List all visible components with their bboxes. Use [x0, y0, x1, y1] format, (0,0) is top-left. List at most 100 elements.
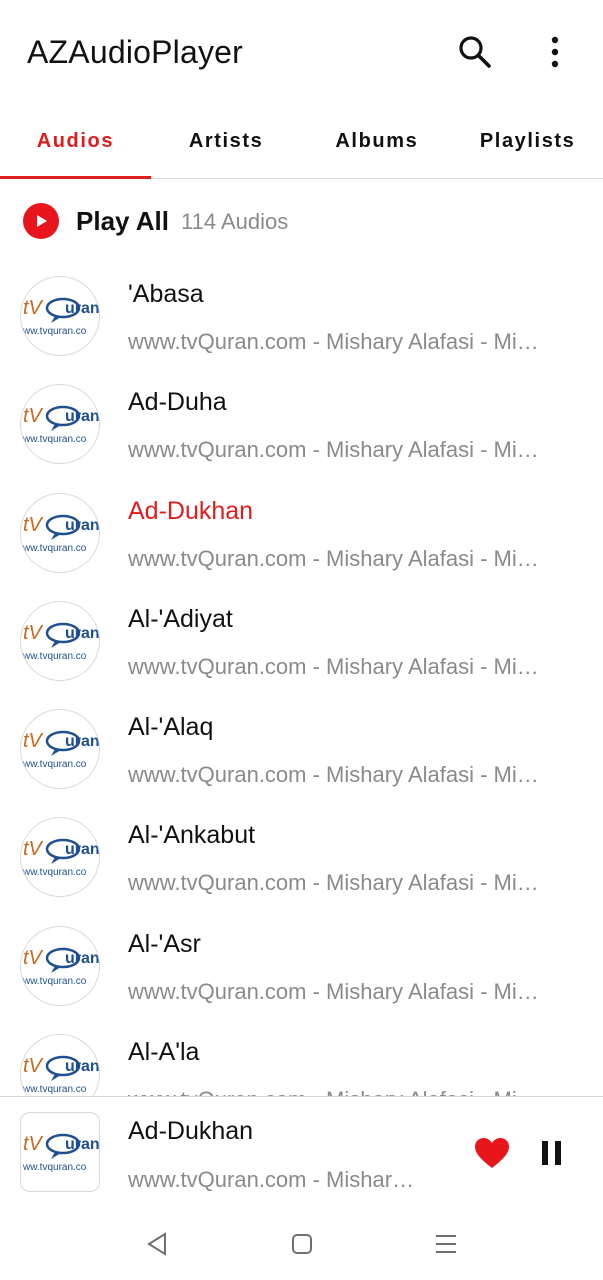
heart-icon: [475, 1138, 509, 1168]
song-artwork: tV uran ww.tvquran.co: [20, 709, 100, 790]
app-title: AZAudioPlayer: [27, 34, 244, 70]
svg-text:ww.tvquran.co: ww.tvquran.co: [22, 976, 87, 987]
song-artwork: tV uran ww.tvquran.co: [20, 276, 100, 356]
song-list-item[interactable]: tV uran ww.tvquran.co Al-'Ankabut www.tvQura…: [0, 799, 603, 907]
tab-artists[interactable]: Artists: [151, 104, 302, 178]
song-title: Al-A'la: [128, 1038, 200, 1067]
svg-text:tV: tV: [23, 1055, 44, 1077]
tab-bar: Audios Artists Albums Playlists: [0, 104, 603, 179]
song-list-item[interactable]: tV uran ww.tvquran.co Ad-Duha www.tvQuran.co…: [0, 366, 603, 474]
svg-text:uran: uran: [65, 408, 100, 425]
now-playing-title: Ad-Dukhan: [128, 1117, 254, 1145]
song-artwork: tV uran ww.tvquran.co: [20, 492, 100, 573]
nav-home-button[interactable]: [282, 1224, 322, 1264]
song-title: Ad-Duha: [128, 388, 227, 417]
song-title: Al-'Adiyat: [128, 604, 233, 633]
song-artwork: tV uran ww.tvquran.co: [20, 600, 100, 681]
svg-text:uran: uran: [65, 625, 100, 642]
tvquran-logo-icon: tV uran ww.tvquran.co: [22, 947, 100, 987]
song-title: Al-'Asr: [128, 929, 201, 958]
svg-text:ww.tvquran.co: ww.tvquran.co: [22, 1162, 87, 1173]
song-artwork: tV uran ww.tvquran.co: [20, 925, 100, 1006]
song-title: Al-'Ankabut: [128, 821, 256, 850]
mini-player[interactable]: tV uran ww.tvquran.co Ad-Dukhan www.tvQura…: [0, 1096, 603, 1208]
song-subtitle: www.tvQuran.com - Mishary Alafasi - Mish…: [128, 1087, 540, 1096]
tvquran-logo-icon: tV uran ww.tvquran.co: [22, 297, 100, 337]
svg-text:uran: uran: [65, 841, 100, 858]
play-all-row[interactable]: Play All 114 Audios: [0, 184, 603, 258]
more-vert-icon: [551, 36, 559, 68]
song-artwork: tV uran ww.tvquran.co: [20, 1034, 100, 1096]
tvquran-logo-icon: tV uran ww.tvquran.co: [22, 1055, 100, 1095]
more-options-button[interactable]: [533, 30, 577, 74]
svg-text:tV: tV: [23, 514, 44, 536]
tab-playlists[interactable]: Playlists: [452, 104, 603, 178]
tvquran-logo-icon: tV uran ww.tvquran.co: [22, 730, 100, 770]
tvquran-logo-icon: tV uran ww.tvquran.co: [22, 622, 100, 662]
tvquran-logo-icon: tV uran ww.tvquran.co: [22, 514, 100, 554]
svg-text:tV: tV: [23, 947, 44, 969]
recents-menu-icon: [436, 1235, 456, 1253]
svg-text:tV: tV: [23, 730, 44, 752]
song-subtitle: www.tvQuran.com - Mishary Alafasi - Mish…: [128, 653, 540, 679]
song-artwork: tV uran ww.tvquran.co: [20, 384, 100, 465]
svg-text:ww.tvquran.co: ww.tvquran.co: [22, 434, 87, 445]
song-title: Ad-Dukhan: [128, 496, 254, 525]
tvquran-logo-icon: tV uran ww.tvquran.co: [22, 1133, 100, 1173]
song-list-item[interactable]: tV uran ww.tvquran.co Al-'Adiyat www.tvQuran…: [0, 583, 603, 691]
song-subtitle: www.tvQuran.com - Mishary Alafasi - Mish…: [128, 329, 540, 354]
tab-audios[interactable]: Audios: [0, 104, 151, 178]
svg-text:ww.tvquran.co: ww.tvquran.co: [22, 759, 87, 770]
back-triangle-icon: [147, 1232, 166, 1256]
tab-albums[interactable]: Albums: [302, 104, 453, 178]
song-subtitle: www.tvQuran.com - Mishary Alafasi - Mish…: [128, 978, 540, 1004]
svg-text:uran: uran: [65, 733, 100, 750]
nav-back-button[interactable]: [137, 1224, 177, 1264]
song-list-item[interactable]: tV uran ww.tvquran.co Ad-Dukhan www.tvQuran.…: [0, 475, 603, 583]
song-subtitle: www.tvQuran.com - Mishary Alafasi - Mish…: [128, 545, 540, 571]
play-all-button[interactable]: [23, 203, 59, 239]
song-list-item[interactable]: tV uran ww.tvquran.co Al-'Asr www.tvQuran.co…: [0, 908, 603, 1016]
tvquran-logo-icon: tV uran ww.tvquran.co: [22, 838, 100, 878]
svg-text:tV: tV: [23, 622, 44, 644]
favorite-button[interactable]: [470, 1131, 514, 1175]
song-list-item[interactable]: tV uran ww.tvquran.co Al-'Alaq www.tvQuran.c…: [0, 691, 603, 799]
svg-text:ww.tvquran.co: ww.tvquran.co: [22, 1084, 87, 1095]
svg-text:uran: uran: [65, 300, 100, 317]
search-icon: [459, 36, 491, 68]
pause-icon: [542, 1141, 561, 1165]
song-list-item[interactable]: tV uran ww.tvquran.co Al-A'la www.tvQuran.co…: [0, 1016, 603, 1096]
song-subtitle: www.tvQuran.com - Mishary Alafasi - Mish…: [128, 870, 540, 896]
svg-text:ww.tvquran.co: ww.tvquran.co: [22, 326, 87, 337]
svg-text:ww.tvquran.co: ww.tvquran.co: [22, 651, 87, 662]
svg-text:uran: uran: [65, 517, 100, 534]
now-playing-artwork: tV uran ww.tvquran.co: [20, 1112, 100, 1192]
song-title: Al-'Alaq: [128, 713, 214, 742]
system-navigation-bar: [0, 1208, 603, 1280]
play-icon: [37, 215, 47, 227]
svg-text:tV: tV: [23, 838, 44, 860]
audio-count: 114 Audios: [181, 209, 289, 234]
song-subtitle: www.tvQuran.com - Mishary Alafasi - Mish…: [128, 437, 540, 463]
svg-text:uran: uran: [65, 950, 100, 967]
home-square-icon: [292, 1234, 312, 1254]
song-title: 'Abasa: [128, 280, 204, 308]
tab-indicator: [0, 176, 151, 179]
tvquran-logo-icon: tV uran ww.tvquran.co: [22, 405, 100, 445]
play-all-label: Play All: [76, 206, 169, 236]
song-subtitle: www.tvQuran.com - Mishary Alafasi - Mish…: [128, 762, 540, 788]
app-bar: AZAudioPlayer: [0, 0, 603, 104]
app-screen: AZAudioPlayer Audios Artists Albums Play…: [0, 0, 603, 1280]
song-artwork: tV uran ww.tvquran.co: [20, 817, 100, 898]
song-list-item[interactable]: tV uran ww.tvquran.co 'Abasa www.tvQuran.com…: [0, 258, 603, 366]
svg-text:tV: tV: [23, 405, 44, 427]
nav-recents-button[interactable]: [426, 1224, 466, 1264]
svg-text:ww.tvquran.co: ww.tvquran.co: [22, 867, 87, 878]
pause-button[interactable]: [530, 1131, 574, 1175]
svg-text:uran: uran: [65, 1058, 100, 1075]
svg-text:uran: uran: [65, 1136, 100, 1153]
svg-text:ww.tvquran.co: ww.tvquran.co: [22, 543, 87, 554]
song-list[interactable]: tV uran ww.tvquran.co 'Abasa www.tvQuran.com…: [0, 258, 603, 1096]
search-button[interactable]: [453, 30, 497, 74]
now-playing-subtitle: www.tvQuran.com - Mishary Alafasi - Mish…: [128, 1167, 423, 1192]
